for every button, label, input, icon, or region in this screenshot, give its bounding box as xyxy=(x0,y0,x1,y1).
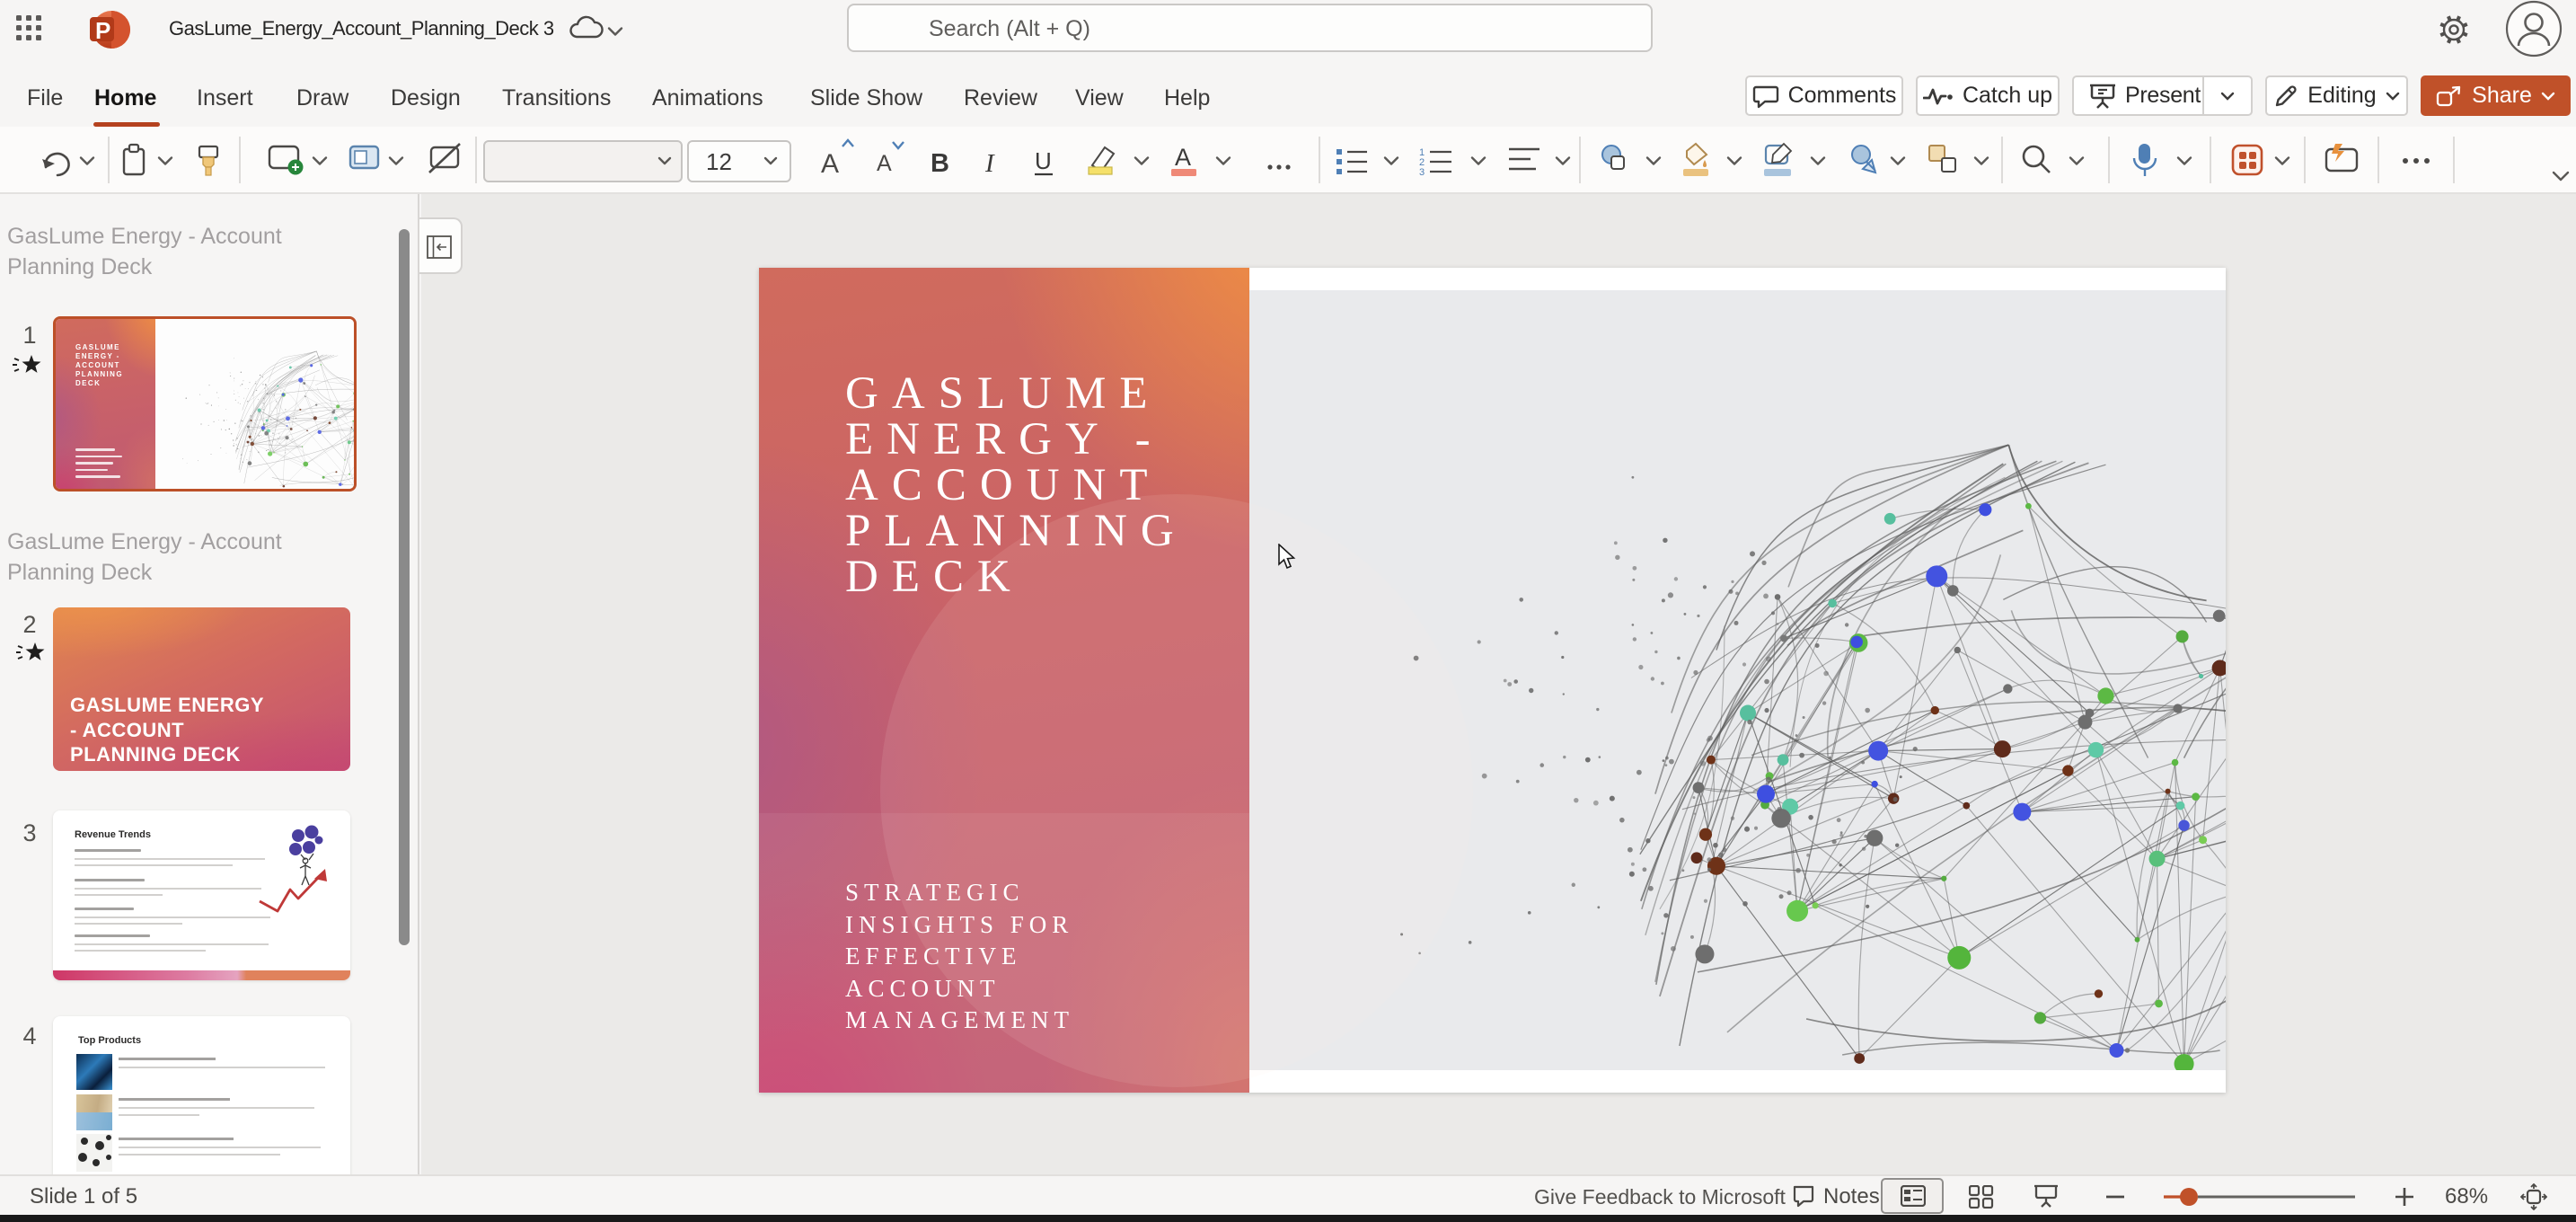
svg-text:I: I xyxy=(984,149,995,178)
svg-text:A: A xyxy=(1175,144,1191,171)
svg-text:A: A xyxy=(877,151,892,176)
svg-text:B: B xyxy=(931,149,949,178)
svg-text:U: U xyxy=(1035,147,1052,174)
svg-text:12: 12 xyxy=(706,148,732,175)
svg-text:A: A xyxy=(821,149,839,179)
svg-text:3: 3 xyxy=(1419,167,1425,178)
